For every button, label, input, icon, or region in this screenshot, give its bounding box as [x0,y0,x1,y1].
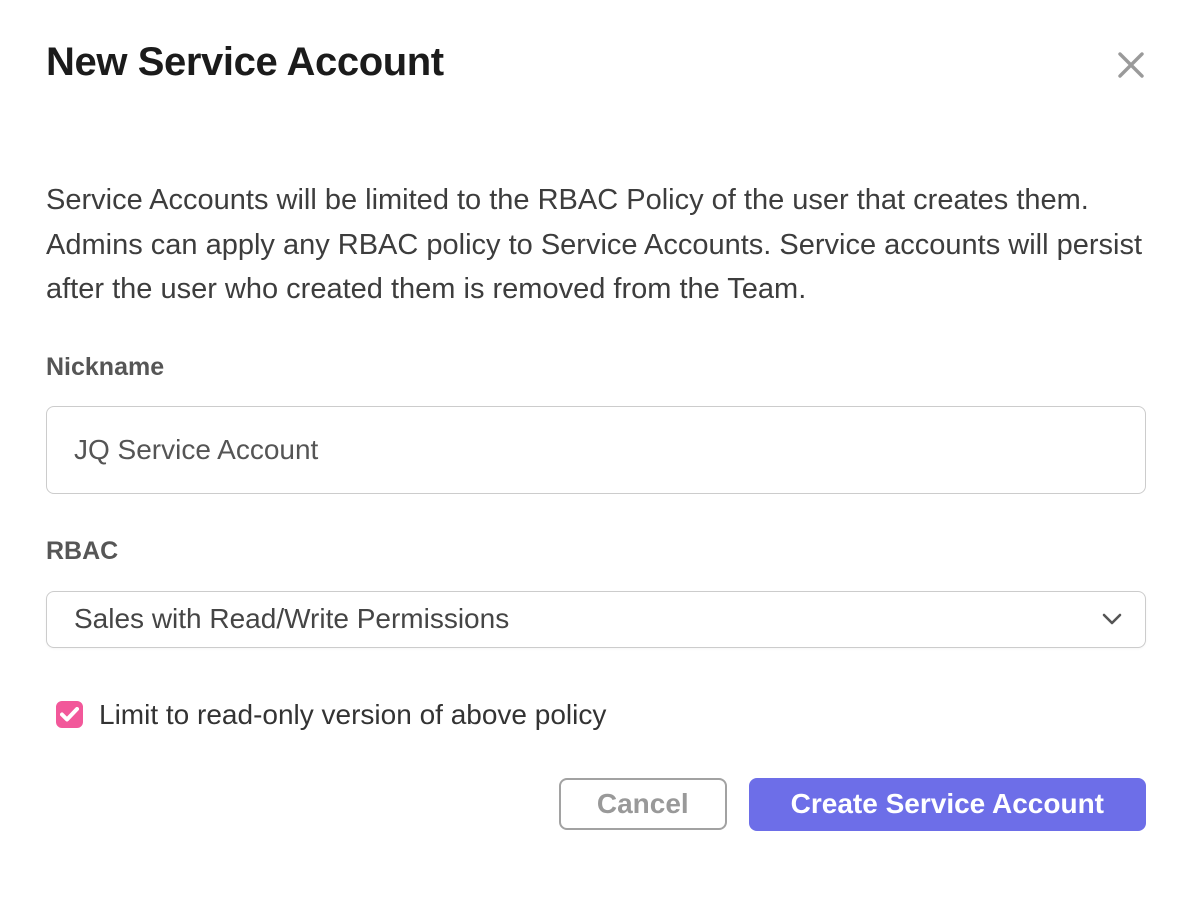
close-icon [1116,50,1146,80]
nickname-input[interactable] [46,406,1146,494]
read-only-checkbox-label: Limit to read-only version of above poli… [99,698,606,732]
modal-footer: Cancel Create Service Account [46,778,1146,831]
cancel-button[interactable]: Cancel [559,778,727,830]
read-only-checkbox[interactable] [56,701,83,728]
new-service-account-modal: New Service Account Service Accounts wil… [0,0,1190,904]
nickname-label: Nickname [46,352,1146,382]
rbac-selected-value: Sales with Read/Write Permissions [74,603,509,635]
page-title: New Service Account [46,38,444,86]
create-service-account-button[interactable]: Create Service Account [749,778,1146,831]
modal-header: New Service Account [46,38,1146,86]
close-button[interactable] [1116,50,1146,80]
modal-description: Service Accounts will be limited to the … [46,178,1150,312]
checkmark-icon [60,707,79,722]
rbac-label: RBAC [46,536,1146,566]
read-only-checkbox-row[interactable]: Limit to read-only version of above poli… [56,698,1146,732]
chevron-down-icon [1101,612,1123,626]
rbac-select[interactable]: Sales with Read/Write Permissions [46,591,1146,648]
